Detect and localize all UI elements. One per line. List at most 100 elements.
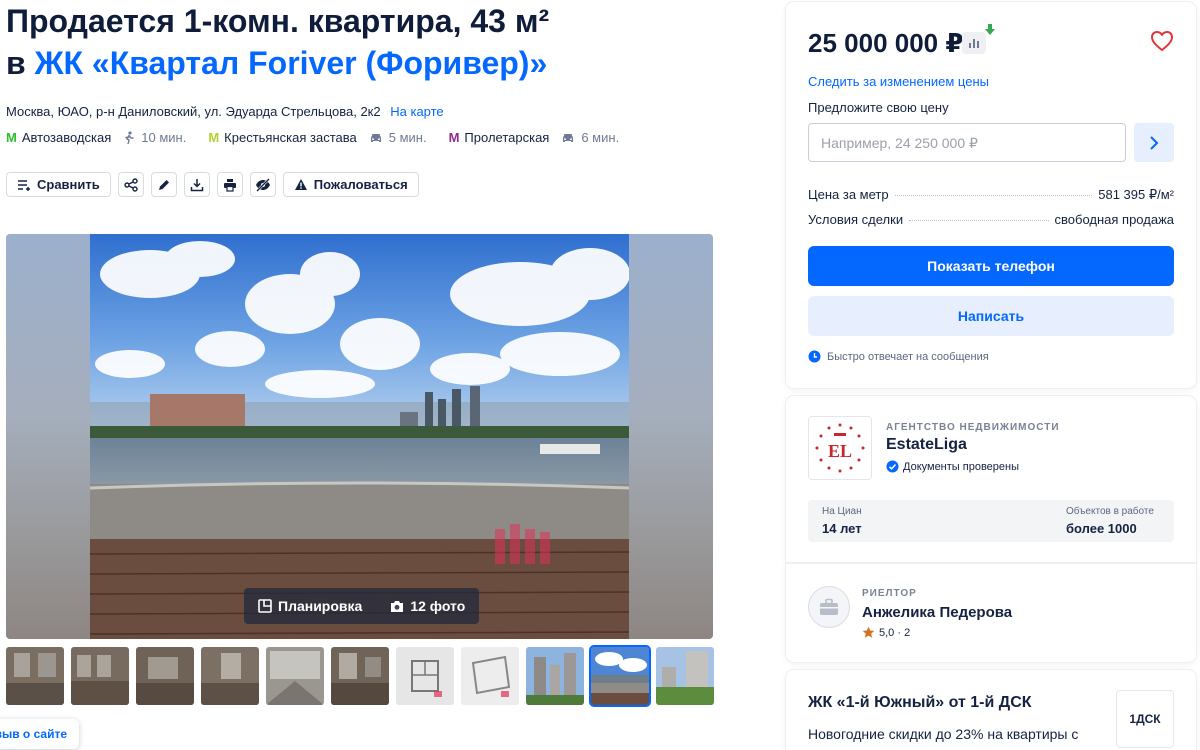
report-label: Пожаловаться: [313, 177, 408, 192]
realtor-name[interactable]: Анжелика Педерова: [862, 604, 1012, 621]
thumbnail-strip: [6, 645, 714, 707]
plan-label: Планировка: [278, 598, 363, 614]
thumbnail[interactable]: [6, 647, 64, 705]
avatar: [808, 586, 850, 628]
compare-icon: [18, 179, 30, 191]
title-prefix: в: [6, 45, 26, 81]
thumbnail-active[interactable]: [589, 645, 651, 707]
offer-submit-button[interactable]: [1134, 123, 1174, 162]
price: 25 000 000 ₽: [808, 28, 964, 58]
price-per-meter-label: Цена за метр: [808, 187, 889, 202]
share-icon: [124, 177, 138, 192]
write-message-button[interactable]: Написать: [808, 296, 1174, 336]
thumbnail[interactable]: [266, 647, 324, 705]
metro-name: Крестьянская застава: [224, 130, 357, 145]
metro-list: M Автозаводская 10 мин. M Крестьянская з…: [6, 130, 641, 145]
thumbnail[interactable]: [396, 647, 454, 705]
agency-name[interactable]: EstateLiga: [886, 436, 967, 454]
realtor-card[interactable]: РИЕЛТОР Анжелика Педерова 5,0 · 2: [786, 564, 1196, 662]
thumbnail[interactable]: [461, 647, 519, 705]
favorite-icon[interactable]: [1150, 30, 1174, 52]
metro-icon: M: [208, 130, 220, 145]
feedback-label: зыв о сайте: [0, 727, 68, 741]
price-down-icon: [985, 24, 995, 35]
listing-actions: Сравнить Пожаловаться: [6, 172, 419, 197]
print-icon: [223, 178, 236, 192]
agency-type: АГЕНТСТВО НЕДВИЖИМОСТИ: [886, 422, 1060, 433]
agency-verified: Документы проверены: [886, 460, 1019, 473]
dotted-leader: [894, 195, 1093, 196]
follow-price-link[interactable]: Следить за изменением цены: [808, 74, 989, 89]
price-history-button[interactable]: [962, 32, 986, 54]
agency-stats: На Циан 14 лет Объектов в работе более 1…: [808, 500, 1174, 542]
deal-terms-row: Условия сделки свободная продажа: [808, 212, 1174, 227]
address-text: Москва, ЮАО, р-н Даниловский, ул. Эдуард…: [6, 104, 381, 119]
deal-terms-value: свободная продажа: [1054, 212, 1174, 227]
thumbnail[interactable]: [136, 647, 194, 705]
report-button[interactable]: Пожаловаться: [282, 172, 419, 197]
agency-card[interactable]: EL АГЕНТСТВО НЕДВИЖИМОСТИ EstateLiga Док…: [786, 396, 1196, 562]
address: Москва, ЮАО, р-н Даниловский, ул. Эдуард…: [6, 104, 444, 119]
download-icon: [190, 178, 204, 191]
developer-logo: 1ДСК: [1116, 690, 1174, 748]
star-icon: [862, 626, 875, 638]
chevron-right-icon: [1150, 135, 1159, 150]
floorplan-icon: [258, 599, 272, 613]
promo-card[interactable]: ЖК «1-й Южный» от 1-й ДСК Новогодние ски…: [786, 670, 1196, 750]
briefcase-icon: [820, 598, 838, 615]
metro-item-proletarskaya[interactable]: M Пролетарская 6 мин.: [449, 130, 620, 145]
title-line1: Продается 1-комн. квартира, 43 м²: [6, 3, 550, 39]
jk-link[interactable]: ЖК «Квартал Foriver (Форивер)»: [35, 45, 548, 81]
thumbnail[interactable]: [656, 647, 714, 705]
gallery-blur-right: [629, 234, 713, 639]
metro-time: 6 мин.: [561, 130, 619, 145]
dotted-leader: [909, 220, 1049, 221]
realtor-type: РИЕЛТОР: [862, 588, 917, 599]
camera-icon: [391, 600, 404, 612]
edit-button[interactable]: [150, 172, 177, 197]
price-per-meter-value: 581 395 ₽/м²: [1098, 187, 1174, 202]
map-link[interactable]: На карте: [390, 104, 443, 119]
realtor-rating[interactable]: 5,0 · 2: [862, 626, 910, 639]
thumbnail[interactable]: [201, 647, 259, 705]
verified-icon: [886, 460, 899, 473]
print-button[interactable]: [216, 172, 243, 197]
thumbnail[interactable]: [526, 647, 584, 705]
price-card: 25 000 000 ₽ Следить за изменением цены …: [786, 2, 1196, 388]
warning-icon: [294, 179, 307, 190]
thumbnail[interactable]: [71, 647, 129, 705]
agency-logo-text: EL: [828, 441, 852, 461]
page-title: Продается 1-комн. квартира, 43 м² в ЖК «…: [6, 0, 766, 84]
deal-terms-label: Условия сделки: [808, 212, 904, 227]
photos-button[interactable]: 12 фото: [376, 598, 479, 614]
promo-text: Новогодние скидки до 23% на квартиры с: [808, 726, 1079, 742]
show-phone-button[interactable]: Показать телефон: [808, 246, 1174, 286]
metro-name: Пролетарская: [464, 130, 550, 145]
main-photo[interactable]: [90, 234, 629, 639]
photo-gallery[interactable]: Планировка 12 фото: [6, 234, 713, 639]
listing-page: Продается 1-комн. квартира, 43 м² в ЖК «…: [0, 0, 1200, 750]
metro-item-avtozavodskaya[interactable]: M Автозаводская 10 мин.: [6, 130, 186, 145]
stat-on-cian: На Циан 14 лет: [822, 506, 862, 536]
metro-item-krestyanskaya[interactable]: M Крестьянская застава 5 мин.: [208, 130, 426, 145]
car-icon: [370, 133, 381, 142]
offer-price-input[interactable]: [808, 123, 1126, 162]
share-button[interactable]: [117, 172, 144, 197]
fast-reply-note: Быстро отвечает на сообщения: [808, 350, 989, 363]
photos-label: 12 фото: [410, 598, 466, 614]
feedback-tab[interactable]: зыв о сайте: [0, 719, 80, 749]
gallery-blur-left: [6, 234, 90, 639]
walk-icon: [125, 131, 134, 144]
clock-icon: [808, 350, 821, 363]
reviews-count: · 2: [897, 626, 911, 639]
download-button[interactable]: [183, 172, 210, 197]
metro-time: 10 мин.: [123, 130, 186, 145]
plan-button[interactable]: Планировка: [244, 598, 376, 614]
metro-icon: M: [448, 130, 460, 145]
metro-icon: M: [6, 130, 17, 145]
price-per-meter-row: Цена за метр 581 395 ₽/м²: [808, 187, 1174, 203]
car-icon: [563, 133, 574, 142]
hide-button[interactable]: [249, 172, 276, 197]
thumbnail[interactable]: [331, 647, 389, 705]
compare-button[interactable]: Сравнить: [6, 172, 111, 197]
